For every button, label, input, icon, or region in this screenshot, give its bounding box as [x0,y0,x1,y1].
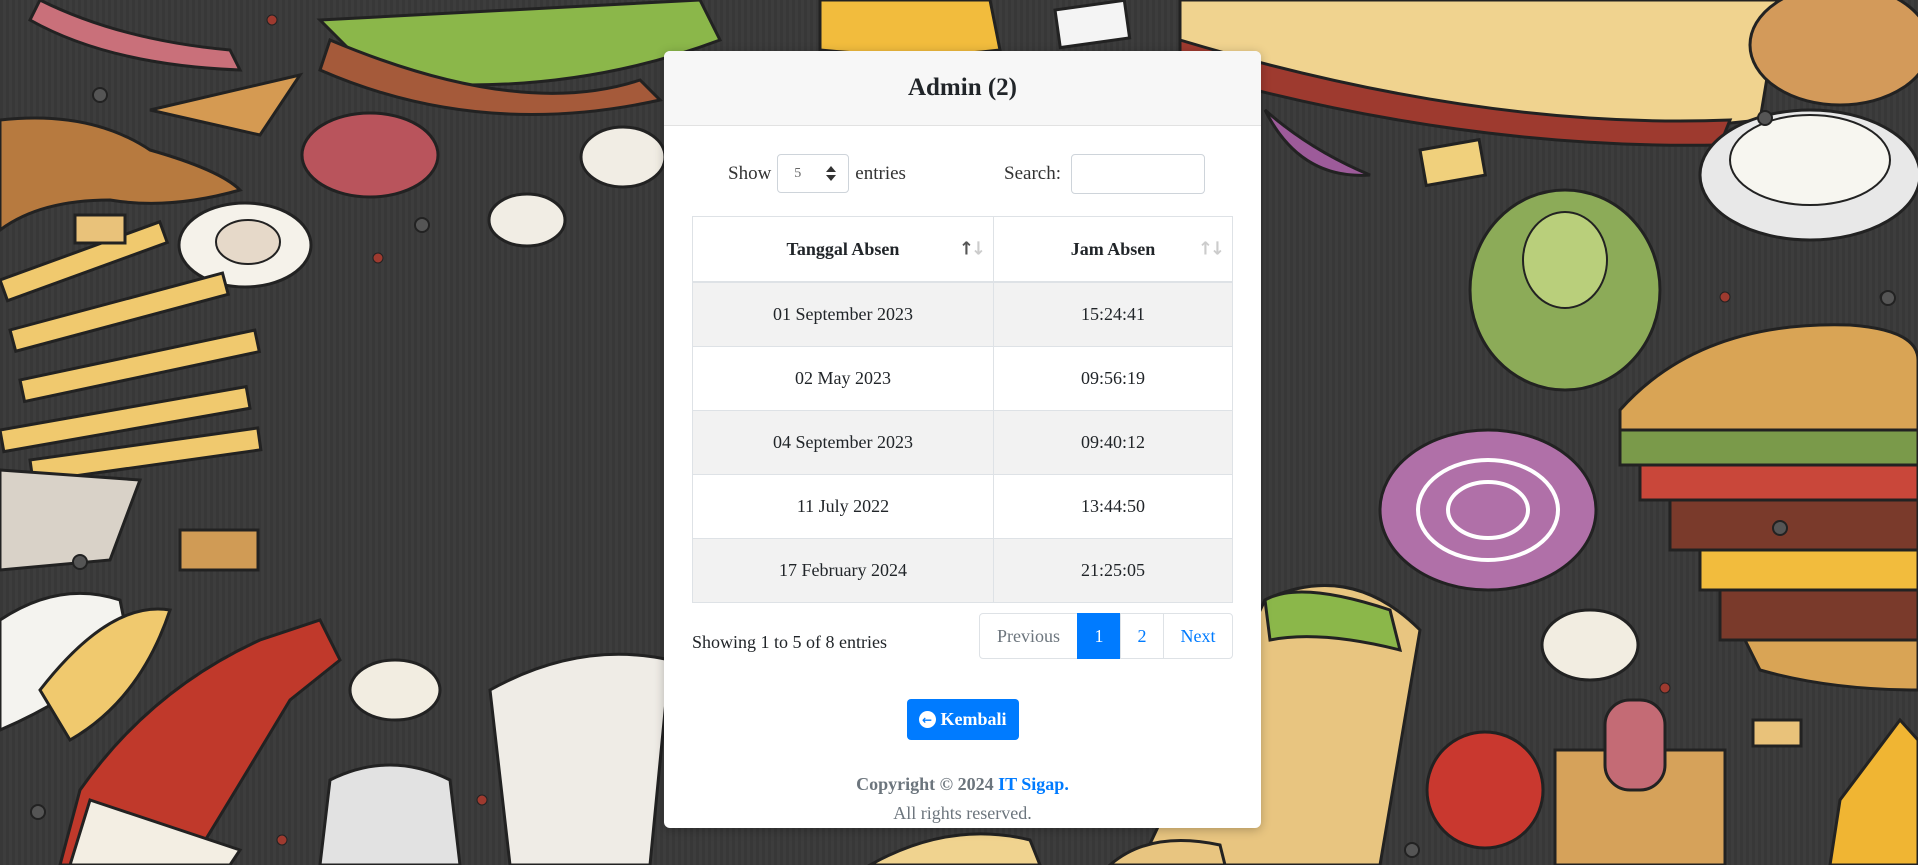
attendance-table: Tanggal Absen ↑↓ Jam Absen ↑↓ 01 Septemb… [692,216,1233,603]
back-button[interactable]: ← Kembali [906,699,1019,740]
select-arrows-icon [826,166,837,181]
table-row: 17 February 2024 21:25:05 [692,538,1233,603]
table-row: 11 July 2022 13:44:50 [692,474,1233,539]
card-header: Admin (2) [664,51,1261,126]
table-row: 01 September 2023 15:24:41 [692,281,1233,347]
search-label: Search: [1004,163,1061,184]
entries-label: entries [855,162,906,184]
table-header-row: Tanggal Absen ↑↓ Jam Absen ↑↓ [692,216,1233,283]
cell-date: 01 September 2023 [692,281,994,347]
column-header-jam-absen[interactable]: Jam Absen ↑↓ [993,216,1233,283]
page-title: Admin (2) [907,74,1018,101]
cell-time: 09:40:12 [993,410,1233,475]
cell-time: 13:44:50 [993,474,1233,539]
previous-page-button[interactable]: Previous [979,613,1078,659]
brand-link[interactable]: IT Sigap. [998,774,1069,794]
sort-ascending-icon: ↑↓ [958,238,986,260]
table-row: 02 May 2023 09:56:19 [692,346,1233,411]
search-input[interactable] [1071,154,1205,194]
page-footer: Copyright © 2024 IT Sigap. All rights re… [692,770,1233,828]
table-footer: Showing 1 to 5 of 8 entries Previous 1 2… [692,603,1233,673]
table-row: 04 September 2023 09:40:12 [692,410,1233,475]
cell-time: 21:25:05 [993,538,1233,603]
copyright-text: Copyright © 2024 [856,774,994,794]
back-button-wrap: ← Kembali [692,699,1233,740]
entries-length-select[interactable]: 5 [777,154,850,193]
next-page-button[interactable]: Next [1163,613,1233,659]
copyright-line: Copyright © 2024 IT Sigap. [692,770,1233,799]
cell-date: 11 July 2022 [692,474,994,539]
cell-date: 04 September 2023 [692,410,994,475]
table-controls: Show 5 entries Search: [692,126,1233,216]
search-control: Search: [1004,154,1205,194]
cell-time: 15:24:41 [993,281,1233,347]
column-header-label: Jam Absen [1070,238,1156,259]
back-button-label: Kembali [940,709,1007,729]
cell-date: 17 February 2024 [692,538,994,603]
cell-date: 02 May 2023 [692,346,994,411]
column-header-label: Tanggal Absen [786,238,900,259]
cell-time: 09:56:19 [993,346,1233,411]
attendance-card: Admin (2) Show 5 entries Search: Tanggal… [664,51,1261,828]
page-1-button[interactable]: 1 [1077,613,1121,659]
entries-length-value: 5 [794,165,802,181]
rights-text: All rights reserved. [893,803,1032,823]
column-header-tanggal-absen[interactable]: Tanggal Absen ↑↓ [692,216,994,283]
show-label: Show [728,162,772,184]
arrow-circle-left-icon: ← [918,711,936,728]
table-info: Showing 1 to 5 of 8 entries [692,632,887,652]
sort-icon: ↑↓ [1197,238,1225,260]
page-2-button[interactable]: 2 [1120,613,1164,659]
card-body: Show 5 entries Search: Tanggal Absen ↑↓ … [664,126,1261,828]
entries-length-control: Show 5 entries [728,154,906,193]
pagination: Previous 1 2 Next [979,613,1233,659]
